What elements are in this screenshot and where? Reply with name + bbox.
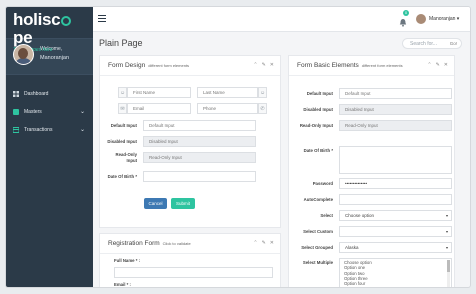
full-name-input[interactable] (114, 267, 273, 278)
dob-label: Date Of Birth * (303, 148, 333, 153)
readonly-input: Read-Only Input (339, 120, 452, 131)
dob-input[interactable] (143, 171, 256, 182)
transactions-icon (13, 127, 19, 133)
dropdown-arrow-icon: ▾ (445, 245, 448, 250)
chevron-down-icon: ⌄ (79, 127, 85, 133)
wrench-icon[interactable]: ✎ (262, 62, 266, 68)
dashboard-icon (13, 91, 19, 97)
full-name-label: Full Name * : (114, 258, 141, 263)
main-content: Plain Page Search for... Go! Form Design… (93, 31, 470, 287)
form-design-card: Form Design different form elements ⌃ ✎ ✕ … (99, 55, 281, 228)
card-tools: ⌃ ✎ ✕ (427, 62, 448, 68)
card-header: Form Design different form elements ⌃ ✎ ✕ (100, 56, 280, 76)
disabled-input-label: Disabled Input (107, 138, 137, 144)
autocomplete-label: AutoComplete (303, 196, 333, 202)
select-grouped-label: Select Grouped (301, 244, 333, 250)
user-icon: ☺ (258, 87, 267, 98)
cancel-button[interactable]: Cancel (144, 198, 167, 209)
user-menu[interactable]: Manoranjan ▾ (429, 16, 459, 22)
sidebar-item-dashboard[interactable]: Dashboard (6, 85, 93, 103)
sidebar-item-transactions[interactable]: Transactions ⌄ (6, 121, 93, 139)
disabled-input: Disabled Input (339, 104, 452, 115)
notifications-button[interactable]: 0 (399, 10, 409, 27)
top-bar: 0 Manoranjan ▾ (93, 7, 470, 32)
app-window: holiscpe Tagline goes here Welcome, Mano… (6, 7, 470, 287)
default-input-label: Default Input (110, 122, 137, 128)
brand[interactable]: holiscpe Tagline goes here (6, 7, 93, 53)
autocomplete-input[interactable] (339, 194, 452, 205)
caret-down-icon: ▾ (456, 16, 460, 22)
card-tools: ⌃ ✎ ✕ (253, 240, 274, 246)
select-custom-dropdown[interactable]: ▾ (339, 226, 452, 237)
email-label: Email * : (114, 282, 131, 287)
dropdown-arrow-icon: ▾ (445, 213, 448, 218)
chevron-down-icon: ⌄ (79, 109, 85, 115)
avatar (13, 44, 34, 65)
card-header: Form Basic Elements different form eleme… (289, 56, 454, 76)
logo-ring-icon (60, 16, 71, 26)
dob-label: Date Of Birth * (107, 173, 137, 179)
masters-icon (13, 109, 19, 115)
form-basic-elements-card: Form Basic Elements different form eleme… (288, 55, 455, 287)
phone-input[interactable]: Phone (197, 103, 258, 114)
menu-toggle-icon[interactable] (98, 15, 106, 22)
submit-button[interactable]: Submit (171, 198, 195, 209)
page-title: Plain Page (99, 38, 143, 48)
user-icon: ☺ (118, 87, 127, 98)
bell-icon (399, 19, 407, 27)
select-dropdown[interactable]: Choose option ▾ (339, 210, 452, 221)
card-header: Registration Form Click to validate ⌃ ✎ ✕ (100, 234, 280, 254)
profile-name: Manoranjan (40, 55, 70, 61)
notification-badge: 0 (403, 10, 409, 16)
readonly-input-label: Read-Only Input (299, 122, 333, 128)
collapse-icon[interactable]: ⌃ (253, 62, 257, 68)
close-icon[interactable]: ✕ (270, 240, 274, 246)
sidebar-item-masters[interactable]: Masters ⌄ (6, 103, 93, 121)
select-label: Select (320, 212, 333, 218)
user-avatar[interactable] (416, 14, 426, 24)
sidebar: holiscpe Tagline goes here Welcome, Mano… (6, 7, 93, 287)
list-item[interactable]: Option four (344, 281, 451, 286)
disabled-input-label: Disabled Input (303, 106, 333, 112)
dob-textarea[interactable] (339, 146, 452, 174)
select-custom-label: Select Custom (303, 228, 333, 234)
search-input[interactable]: Search for... Go! (402, 38, 462, 49)
readonly-input: Read-Only Input (143, 152, 256, 163)
search-go-button[interactable]: Go! (450, 41, 457, 46)
select-grouped-dropdown[interactable]: Alaska ▾ (339, 242, 452, 253)
phone-icon: ✆ (258, 103, 267, 114)
select-multiple-list[interactable]: Choose option Option one Option two Opti… (339, 258, 452, 287)
password-label: Password (312, 180, 333, 186)
default-input[interactable]: Default Input (143, 120, 256, 131)
wrench-icon[interactable]: ✎ (262, 240, 266, 246)
default-input-label: Default Input (306, 90, 333, 96)
card-tools: ⌃ ✎ ✕ (253, 62, 274, 68)
envelope-icon: ✉ (118, 103, 127, 114)
registration-card: Registration Form Click to validate ⌃ ✎ ✕ … (99, 233, 281, 287)
collapse-icon[interactable]: ⌃ (253, 240, 257, 246)
scrollbar[interactable] (447, 260, 450, 287)
password-input[interactable]: •••••••••••••• (339, 178, 452, 189)
readonly-input-label: Read-Only Input (115, 152, 138, 163)
dropdown-arrow-icon: ▾ (445, 229, 448, 234)
default-input[interactable]: Default Input (339, 88, 452, 99)
select-multiple-label: Select Multiple (302, 260, 333, 265)
first-name-input[interactable]: First Name (127, 87, 191, 98)
wrench-icon[interactable]: ✎ (436, 62, 440, 68)
collapse-icon[interactable]: ⌃ (427, 62, 431, 68)
sidebar-menu: Dashboard Masters ⌄ Transactions ⌄ (6, 85, 93, 139)
email-input[interactable]: Email (127, 103, 191, 114)
last-name-input[interactable]: Last Name (197, 87, 258, 98)
disabled-input: Disabled Input (143, 136, 256, 147)
close-icon[interactable]: ✕ (444, 62, 448, 68)
close-icon[interactable]: ✕ (270, 62, 274, 68)
